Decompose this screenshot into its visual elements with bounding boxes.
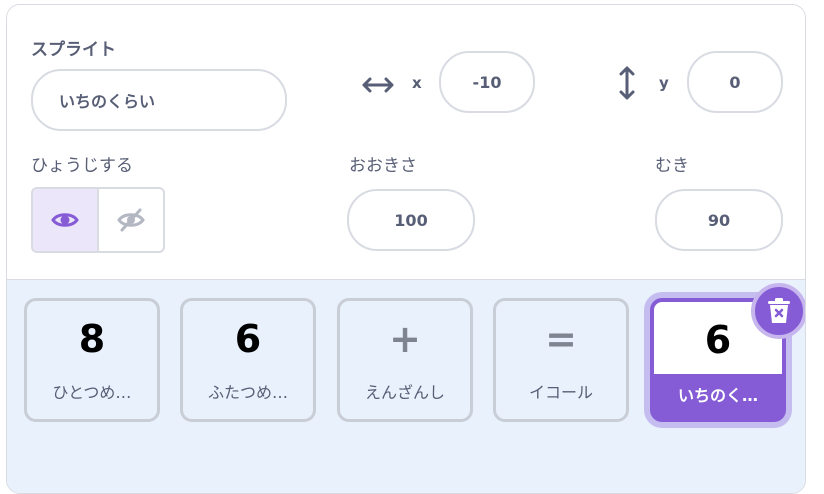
delete-sprite-button[interactable]: [751, 283, 805, 339]
y-label: y: [659, 74, 669, 92]
sprite-tile[interactable]: 8 ひとつめ…: [24, 298, 160, 422]
tile-caption: ひとつめ…: [52, 383, 132, 402]
sprite-tile[interactable]: 6 ふたつめ…: [180, 298, 316, 422]
tile-value: 8: [78, 317, 106, 361]
sprite-tile[interactable]: + えんざんし: [337, 298, 473, 422]
sprite-name-input[interactable]: いちのくらい: [31, 69, 287, 131]
horizontal-arrows-icon: [362, 77, 394, 93]
show-sprite-button[interactable]: [33, 189, 99, 251]
sprite-tray: 8 ひとつめ… 6 ふたつめ… + えんざんし = イコール 6 いちのく…: [7, 279, 805, 493]
sprite-label: スプライト: [31, 40, 116, 60]
show-label: ひょうじする: [31, 156, 133, 176]
x-label: x: [412, 74, 422, 92]
size-label: おおきさ: [349, 156, 417, 176]
trash-icon: [768, 298, 790, 323]
y-position-input[interactable]: 0: [687, 51, 783, 113]
tile-value: +: [389, 317, 421, 361]
tile-caption: いちのく…: [677, 386, 758, 405]
sprite-info-panel: スプライト いちのくらい x -10 y 0 ひょうじする おおきさ 100 む…: [6, 4, 806, 494]
x-position-input[interactable]: -10: [439, 51, 535, 113]
direction-input[interactable]: 90: [655, 189, 783, 251]
tile-caption: イコール: [528, 383, 593, 402]
tile-value: 6: [234, 317, 262, 361]
direction-label: むき: [655, 156, 689, 176]
eye-slash-icon: [117, 208, 145, 232]
hide-sprite-button[interactable]: [99, 189, 163, 251]
tile-caption: えんざんし: [364, 383, 445, 402]
vertical-arrows-icon: [619, 66, 635, 100]
sprite-tile[interactable]: = イコール: [493, 298, 629, 422]
size-input[interactable]: 100: [347, 189, 475, 251]
tile-caption: ふたつめ…: [207, 383, 288, 402]
visibility-toggle-group: [31, 187, 165, 253]
sprite-info-section: スプライト いちのくらい x -10 y 0 ひょうじする おおきさ 100 む…: [7, 5, 805, 279]
eye-icon: [51, 213, 79, 227]
tile-value: =: [545, 317, 577, 361]
